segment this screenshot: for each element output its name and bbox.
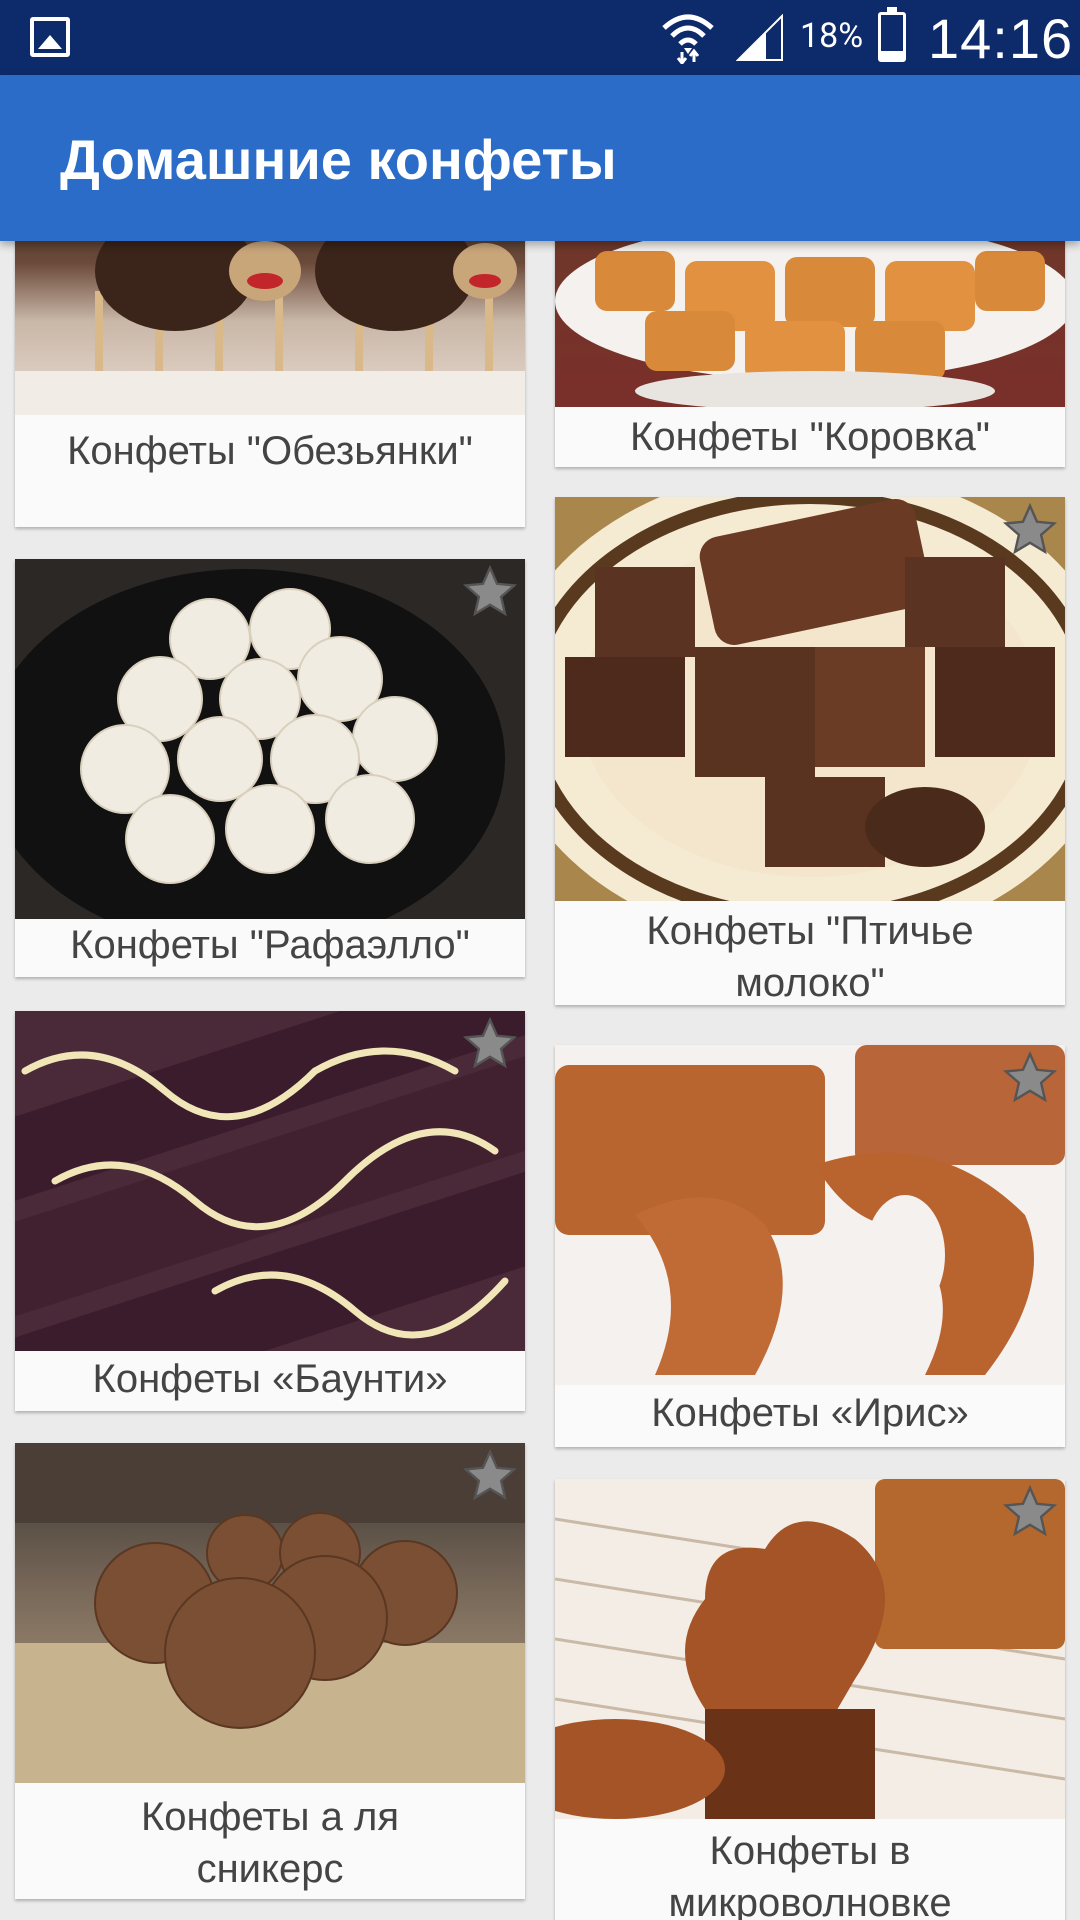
- clock: 14:16: [928, 7, 1074, 70]
- recipe-image: [15, 559, 525, 919]
- recipe-image: [555, 497, 1065, 901]
- favorite-star-icon[interactable]: [1001, 1049, 1059, 1107]
- recipe-title: Конфеты "Птичье молоко": [646, 909, 974, 1005]
- recipe-card[interactable]: Конфеты "Рафаэлло": [15, 559, 525, 977]
- recipe-title: Конфеты "Рафаэлло": [70, 923, 470, 967]
- recipe-card[interactable]: Конфеты "Обезьянки": [15, 241, 525, 527]
- signal-icon: [736, 14, 783, 61]
- page-title: Домашние конфеты: [60, 128, 617, 191]
- recipe-image: [555, 241, 1065, 407]
- recipe-title: Конфеты "Коровка": [630, 415, 990, 459]
- recipe-image: [15, 1011, 525, 1351]
- recipe-image: [555, 1045, 1065, 1385]
- recipe-card[interactable]: Конфеты «Баунти»: [15, 1011, 525, 1411]
- favorite-star-icon[interactable]: [1001, 1483, 1059, 1541]
- recipe-image: [15, 1443, 525, 1783]
- recipe-image: [15, 241, 525, 415]
- favorite-star-icon[interactable]: [1001, 501, 1059, 559]
- recipe-card[interactable]: Конфеты а ля сникерс: [15, 1443, 525, 1899]
- favorite-star-icon[interactable]: [461, 563, 519, 621]
- recipe-image: [555, 1479, 1065, 1819]
- recipe-card[interactable]: Конфеты "Коровка": [555, 241, 1065, 467]
- gallery-notification-icon: [30, 17, 70, 57]
- recipe-card[interactable]: Конфеты в микроволновке: [555, 1479, 1065, 1920]
- favorite-star-icon[interactable]: [461, 1447, 519, 1505]
- recipe-card[interactable]: Конфеты «Ирис»: [555, 1045, 1065, 1447]
- recipe-title: Конфеты в микроволновке: [668, 1829, 952, 1920]
- wifi-icon: [662, 14, 714, 64]
- battery-percent: 18%: [800, 16, 864, 56]
- recipe-grid[interactable]: Конфеты "Обезьянки" Конфеты "Коровка" Ко…: [0, 241, 1080, 1920]
- battery-icon: [878, 7, 906, 62]
- recipe-title: Конфеты "Обезьянки": [67, 429, 473, 473]
- recipe-title: Конфеты «Ирис»: [651, 1391, 969, 1435]
- status-bar: 18% 14:16: [0, 0, 1080, 75]
- recipe-title: Конфеты а ля сникерс: [140, 1795, 399, 1891]
- recipe-title: Конфеты «Баунти»: [92, 1357, 448, 1401]
- recipe-card[interactable]: Конфеты "Птичье молоко": [555, 497, 1065, 1005]
- favorite-star-icon[interactable]: [461, 1015, 519, 1073]
- app-bar: Домашние конфеты: [0, 75, 1080, 241]
